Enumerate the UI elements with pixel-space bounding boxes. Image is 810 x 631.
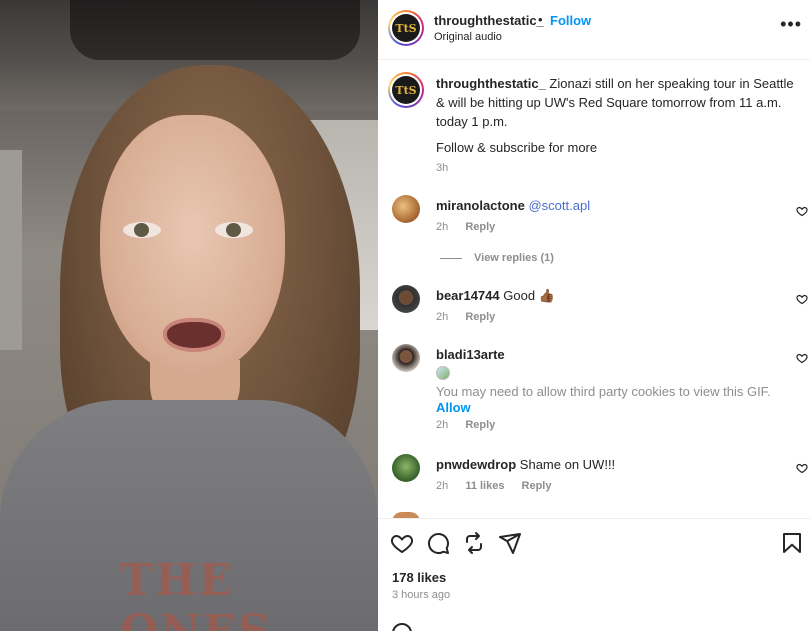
action-bar: 178 likes 3 hours ago xyxy=(378,518,810,631)
reply-button[interactable]: Reply xyxy=(465,311,495,323)
mention-link[interactable]: @scott.apl xyxy=(528,198,590,213)
reply-button[interactable]: Reply xyxy=(465,221,495,233)
heart-icon[interactable] xyxy=(796,293,808,305)
comment-avatar[interactable] xyxy=(392,344,420,372)
likes-count[interactable]: 178 likes xyxy=(392,570,446,585)
comment-text: miranolactone @scott.apl xyxy=(436,197,776,215)
video-player[interactable]: THE ONES xyxy=(0,0,378,631)
comment-text: pnwdewdrop Shame on UW!!! xyxy=(436,456,776,474)
heart-icon[interactable] xyxy=(796,205,808,217)
comment-username[interactable]: pnwdewdrop xyxy=(436,457,516,472)
author-username[interactable]: throughthestatic_ xyxy=(434,13,544,28)
comment-meta: 2h Reply xyxy=(436,311,509,323)
heart-icon[interactable] xyxy=(796,352,808,364)
comment-time: 2h xyxy=(436,419,449,431)
reply-button[interactable]: Reply xyxy=(522,480,552,492)
caption-username[interactable]: throughthestatic_ xyxy=(436,76,546,91)
reply-button[interactable]: Reply xyxy=(465,419,495,431)
person-mouth xyxy=(163,318,225,352)
caption-avatar-logo: TtS xyxy=(392,76,420,104)
audio-link[interactable]: Original audio xyxy=(434,31,502,43)
person-eye-left xyxy=(123,222,161,238)
comment-username[interactable]: bear14744 xyxy=(436,288,500,303)
comment-body: Shame on UW!!! xyxy=(519,457,616,472)
comment-likes[interactable]: 11 likes xyxy=(465,480,504,492)
comment-avatar[interactable] xyxy=(392,195,420,223)
author-avatar-logo: TtS xyxy=(392,14,420,42)
caption-time: 3h xyxy=(436,162,449,174)
post-header: TtS throughthestatic_ • Follow Original … xyxy=(378,0,810,60)
person-eye-right xyxy=(215,222,253,238)
comment-time: 2h xyxy=(436,221,449,233)
heart-icon[interactable] xyxy=(796,462,808,474)
share-icon[interactable] xyxy=(498,531,522,555)
comment-body: Good 👍🏾 xyxy=(503,288,555,303)
shirt-print: THE ONES xyxy=(120,555,270,631)
comment-icon[interactable] xyxy=(426,531,450,555)
gif-note-text: You may need to allow third party cookie… xyxy=(436,384,771,399)
car-window-left xyxy=(0,150,22,350)
car-sunroof xyxy=(70,0,360,60)
comment-avatar[interactable] xyxy=(392,285,420,313)
caption-follow-line: Follow & subscribe for more xyxy=(436,140,598,155)
comment-text: bear14744 Good 👍🏾 xyxy=(436,287,776,305)
post-panel: TtS throughthestatic_ • Follow Original … xyxy=(378,0,810,631)
repost-icon[interactable] xyxy=(462,531,486,555)
allow-button[interactable]: Allow xyxy=(436,400,471,415)
comment-username[interactable]: bladi13arte xyxy=(436,347,505,362)
comment-avatar[interactable] xyxy=(392,454,420,482)
allow-cookies: Allow xyxy=(436,399,776,417)
caption-avatar[interactable]: TtS xyxy=(388,72,424,108)
heart-icon[interactable] xyxy=(390,531,414,555)
bookmark-icon[interactable] xyxy=(780,531,804,555)
emoji-icon[interactable] xyxy=(392,623,412,631)
author-avatar[interactable]: TtS xyxy=(388,10,424,46)
comment-time: 2h xyxy=(436,311,449,323)
caption-text: throughthestatic_ Zionazi still on her s… xyxy=(436,74,798,131)
comment-meta: 2h Reply xyxy=(436,419,509,431)
view-replies-label: View replies (1) xyxy=(474,252,554,264)
follow-button[interactable]: Follow xyxy=(550,13,591,28)
view-replies-button[interactable]: View replies (1) xyxy=(440,252,554,264)
comment-username[interactable]: miranolactone xyxy=(436,198,525,213)
broken-image-icon xyxy=(436,366,450,380)
comment-meta: 2h Reply xyxy=(436,221,509,233)
comment-text: bladi13arte xyxy=(436,346,776,364)
post-time: 3 hours ago xyxy=(392,589,451,601)
view-replies-line xyxy=(440,257,462,259)
separator-dot: • xyxy=(538,12,543,27)
comment-meta: 2h 11 likes Reply xyxy=(436,480,566,492)
comment-time: 2h xyxy=(436,480,449,492)
more-options-icon[interactable]: ••• xyxy=(780,14,802,35)
